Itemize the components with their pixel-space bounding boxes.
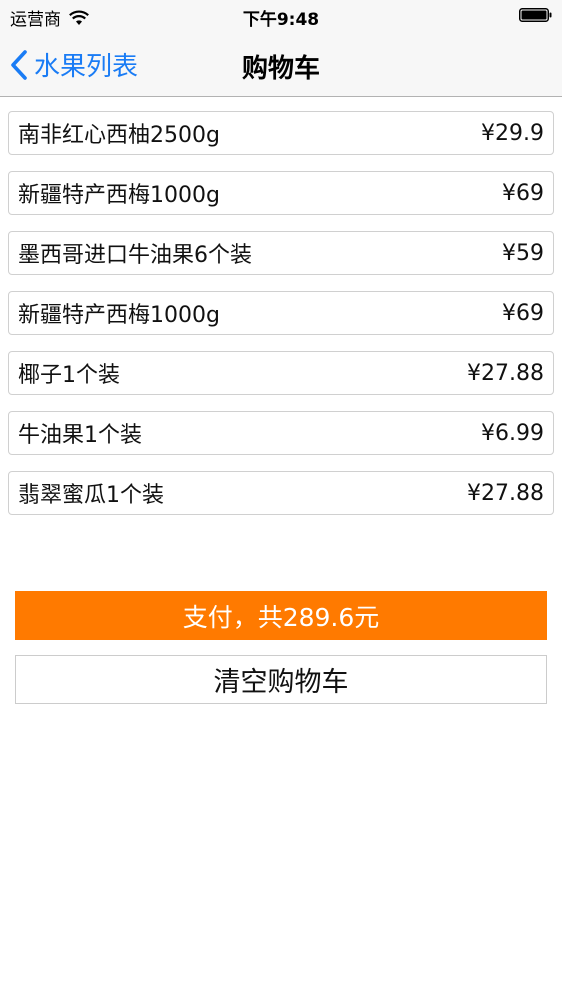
- item-price: ¥69: [502, 300, 544, 326]
- item-price: ¥29.9: [481, 120, 544, 146]
- clear-cart-button-label: 清空购物车: [213, 667, 349, 698]
- page-title: 购物车: [241, 54, 320, 84]
- navigation-bar: 水果列表 购物车: [0, 30, 562, 97]
- item-name: 墨西哥进口牛油果6个装: [18, 243, 252, 268]
- item-name: 牛油果1个装: [18, 423, 142, 448]
- item-name: 椰子1个装: [18, 363, 120, 388]
- item-price: ¥59: [502, 240, 544, 266]
- item-name: 新疆特产西梅1000g: [18, 303, 220, 328]
- item-name: 南非红心西柚2500g: [18, 123, 220, 148]
- item-price: ¥6.99: [481, 420, 544, 446]
- pay-button-label: 支付，共289.6元: [182, 602, 380, 632]
- cart-item[interactable]: 南非红心西柚2500g ¥29.9: [8, 111, 554, 155]
- cart-screen: 运营商 下午9:48 水果列表 购物车 南非红心西柚2500g ¥29.9 新疆…: [0, 0, 562, 1000]
- item-price: ¥69: [502, 180, 544, 206]
- cart-item[interactable]: 新疆特产西梅1000g ¥69: [8, 291, 554, 335]
- cart-item[interactable]: 椰子1个装 ¥27.88: [8, 351, 554, 395]
- cart-list: 南非红心西柚2500g ¥29.9 新疆特产西梅1000g ¥69 墨西哥进口牛…: [8, 111, 554, 531]
- cart-item[interactable]: 墨西哥进口牛油果6个装 ¥59: [8, 231, 554, 275]
- clear-cart-button[interactable]: 清空购物车: [15, 655, 547, 704]
- status-bar: 运营商 下午9:48: [0, 0, 562, 30]
- item-name: 新疆特产西梅1000g: [18, 183, 220, 208]
- item-price: ¥27.88: [467, 480, 544, 506]
- status-time: 下午9:48: [242, 10, 320, 30]
- cart-item[interactable]: 新疆特产西梅1000g ¥69: [8, 171, 554, 215]
- cart-item[interactable]: 翡翠蜜瓜1个装 ¥27.88: [8, 471, 554, 515]
- item-name: 翡翠蜜瓜1个装: [18, 483, 164, 508]
- item-price: ¥27.88: [467, 360, 544, 386]
- battery-icon: [519, 8, 552, 22]
- pay-button[interactable]: 支付，共289.6元: [15, 591, 547, 640]
- cart-item[interactable]: 牛油果1个装 ¥6.99: [8, 411, 554, 455]
